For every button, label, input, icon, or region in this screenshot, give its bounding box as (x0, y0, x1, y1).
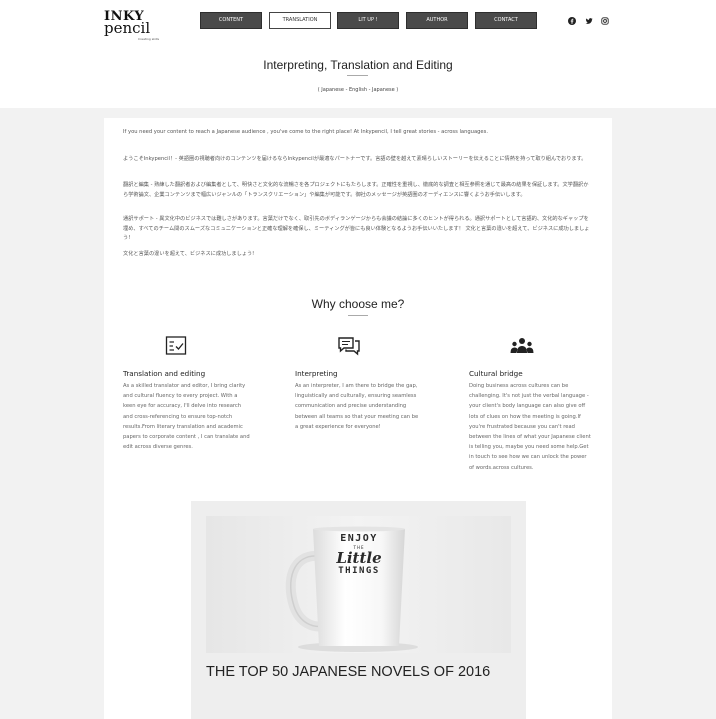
intro-paragraph-interpreting: 通訳サポート - 異文化中のビジネスでは難しさがあります。言葉だけでなく、取引先… (123, 216, 590, 242)
chat-bubbles-icon (337, 336, 361, 356)
logo-tagline: Creating skills (138, 37, 160, 41)
nav-content-button[interactable]: CONTENT (200, 12, 262, 29)
feature-translation-title: Translation and editing (123, 369, 206, 378)
intro-paragraph-translation: 翻訳と編集 - 熟練した翻訳者および編集者として、明快さと文化的な流暢さを各プロ… (123, 182, 589, 198)
facebook-icon[interactable] (568, 17, 576, 25)
page-title: Interpreting, Translation and Editing (263, 58, 453, 72)
nav-author-button[interactable]: AUTHOR (406, 12, 468, 29)
checklist-icon (165, 336, 189, 356)
logo-line2: pencil (104, 19, 151, 37)
blog-post-card[interactable]: ENJOY THE Little THINGS THE TOP 50 JAPAN… (191, 501, 526, 719)
intro-paragraph-closing: 文化と言葉の違いを超えて、ビジネスに成功しましょう! (123, 251, 255, 257)
feature-interpreting-desc: As an interpreter, I am there to bridge … (295, 383, 419, 430)
instagram-icon[interactable] (601, 17, 609, 25)
mug-print: ENJOY THE Little THINGS (336, 533, 382, 576)
why-divider (348, 315, 368, 316)
intro-paragraph-welcome: ようこそInkypencil！- 英語圏の視聴者向けのコンテンツを届けるならIn… (123, 156, 587, 162)
blog-post-title[interactable]: THE TOP 50 JAPANESE NOVELS OF 2016 (206, 663, 506, 682)
nav-contact-button[interactable]: CONTACT (475, 12, 537, 29)
feature-interpreting-title: Interpreting (295, 369, 338, 378)
twitter-icon[interactable] (585, 17, 593, 25)
nav-translation-button[interactable]: TRANSLATION (269, 12, 331, 29)
why-choose-heading: Why choose me? (311, 297, 405, 311)
feature-cultural-desc: Doing business across cultures can be ch… (469, 383, 591, 471)
feature-translation-desc: As a skilled translator and editor, I br… (123, 383, 250, 451)
site-logo[interactable]: INKY pencil Creating skills (104, 10, 166, 41)
page-subtitle: ( Japanese - English - Japanese ) (317, 87, 399, 93)
intro-paragraph-english: If you need your content to reach a Japa… (123, 129, 488, 135)
site-header: INKY pencil Creating skills CONTENT TRAN… (0, 0, 716, 108)
group-icon (510, 336, 534, 356)
content-card: If you need your content to reach a Japa… (104, 118, 612, 719)
title-divider (347, 75, 368, 76)
nav-litup-button[interactable]: LIT UP ! (337, 12, 399, 29)
blog-post-image[interactable]: ENJOY THE Little THINGS (206, 516, 511, 653)
feature-cultural-title: Cultural bridge (469, 369, 523, 378)
